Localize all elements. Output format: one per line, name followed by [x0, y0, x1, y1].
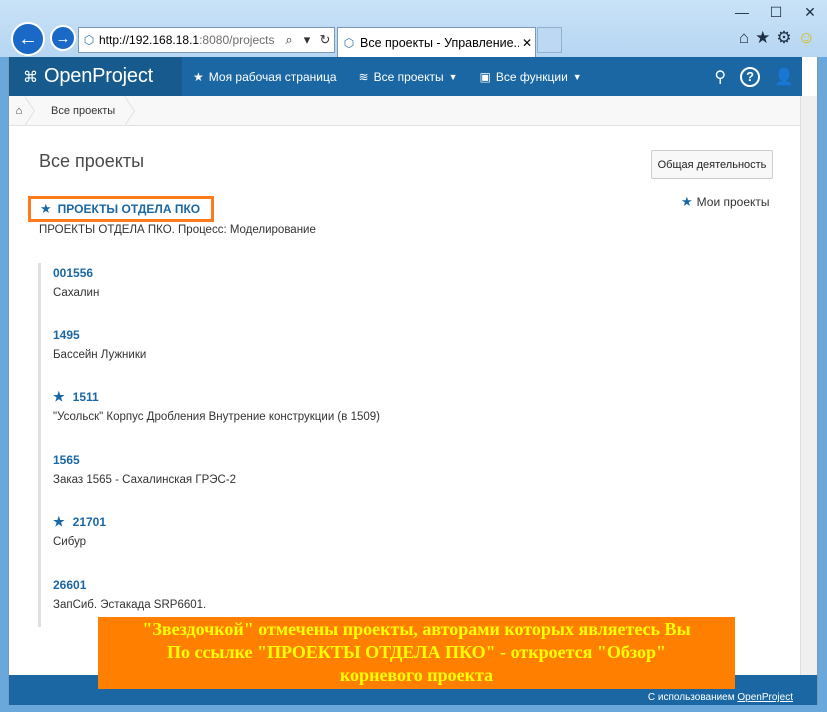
dropdown-icon[interactable]: ▾: [298, 32, 316, 48]
project-description: Сибур: [53, 536, 87, 548]
search-icon[interactable]: ⌕: [280, 32, 298, 48]
project-item: 001556 Сахалин: [53, 265, 99, 299]
project-item: ★ 21701 Сибур: [53, 514, 106, 548]
subproject-tree-line: [38, 263, 41, 627]
refresh-icon[interactable]: ↻: [316, 32, 334, 48]
home-icon[interactable]: ⌂: [739, 28, 749, 48]
star-icon: ★: [53, 514, 65, 529]
address-bar[interactable]: ⬡ http://192.168.18.1:8080/projects ⌕ ▾ …: [78, 27, 335, 53]
breadcrumb-separator: [124, 95, 137, 126]
my-projects-label: Мои проекты: [696, 195, 770, 209]
maximize-button[interactable]: ☐: [759, 0, 793, 24]
root-project-name: ПРОЕКТЫ ОТДЕЛА ПКО: [57, 202, 201, 216]
openproject-logo-icon: ⌘: [23, 68, 38, 86]
page-title: Все проекты: [39, 151, 145, 171]
annotation-line: "Звездочкой" отмечены проекты, авторами …: [142, 619, 691, 639]
arrow-left-icon: ←: [18, 27, 38, 50]
url-path: :8080/projects: [199, 33, 275, 47]
site-icon: ⬡: [343, 35, 355, 50]
star-icon: ★: [40, 201, 52, 216]
caret-down-icon: ▼: [448, 71, 458, 82]
url-text: http://192.168.18.1:8080/projects: [99, 33, 280, 47]
menu-label: Моя рабочая страница: [208, 69, 337, 84]
search-icon[interactable]: ⚲: [714, 67, 726, 87]
stack-icon: ≋: [358, 69, 369, 84]
project-description: Заказ 1565 - Сахалинская ГРЭС-2: [53, 474, 237, 486]
header-actions: ⚲ ? 👤: [714, 57, 794, 96]
browser-toolbar: ⌂ ★ ⚙ ☺: [739, 28, 815, 48]
project-description: Бассейн Лужники: [53, 349, 147, 361]
top-menu: ★ Моя рабочая страница ≋ Все проекты ▼ ▣…: [193, 57, 604, 96]
project-link[interactable]: ★ 1511: [53, 389, 380, 405]
footer-prefix: С использованием: [647, 692, 735, 703]
app-header: ⌘ OpenProject ★ Моя рабочая страница ≋ В…: [9, 57, 802, 96]
browser-chrome: — ☐ ✕ ← → ⬡ http://192.168.18.1:8080/pro…: [0, 0, 827, 57]
project-link[interactable]: 1565: [53, 452, 236, 468]
browser-tab-active[interactable]: ⬡ Все проекты - Управление... ✕: [337, 27, 536, 57]
user-icon[interactable]: 👤: [774, 67, 794, 87]
menu-label: Все функции: [495, 69, 568, 84]
gear-icon[interactable]: ⚙: [776, 28, 791, 48]
project-name: 1511: [72, 390, 99, 404]
project-link[interactable]: 001556: [53, 265, 99, 281]
annotation-callout: "Звездочкой" отмечены проекты, авторами …: [98, 617, 735, 689]
project-name: 1495: [53, 328, 80, 342]
project-description: "Усольск" Корпус Дробления Внутрение кон…: [53, 411, 380, 423]
project-item: 1565 Заказ 1565 - Сахалинская ГРЭС-2: [53, 452, 236, 486]
menu-all-modules[interactable]: ▣ Все функции ▼: [480, 70, 582, 84]
project-description: Сахалин: [53, 287, 100, 299]
help-icon[interactable]: ?: [740, 66, 761, 87]
favorites-star-icon[interactable]: ★: [755, 28, 770, 48]
project-link[interactable]: ★ 21701: [53, 514, 106, 530]
project-item: 26601 ЗапСиб. Эстакада SRP6601.: [53, 577, 206, 611]
logo-text: OpenProject: [44, 65, 153, 87]
footer-openproject-link[interactable]: OpenProject: [737, 692, 793, 703]
project-description: ЗапСиб. Эстакада SRP6601.: [53, 599, 207, 611]
star-icon: ★: [681, 194, 693, 209]
breadcrumb-separator: [24, 95, 41, 126]
new-tab-button[interactable]: [537, 27, 562, 53]
minimize-button[interactable]: —: [725, 0, 759, 24]
project-name: 21701: [72, 515, 107, 529]
project-name: 26601: [53, 578, 87, 592]
my-projects-filter[interactable]: ★ Мои проекты: [681, 194, 770, 210]
project-name: 001556: [53, 266, 94, 280]
box-icon: ▣: [479, 69, 491, 84]
back-button[interactable]: ←: [11, 22, 45, 56]
project-item: 1495 Бассейн Лужники: [53, 327, 146, 361]
breadcrumb-item: Все проекты: [51, 104, 116, 117]
project-name: 1565: [53, 453, 80, 467]
project-link[interactable]: 26601: [53, 577, 206, 593]
root-project-description: ПРОЕКТЫ ОТДЕЛА ПКО. Процесс: Моделирован…: [39, 224, 316, 236]
smiley-icon[interactable]: ☺: [798, 28, 815, 48]
site-icon: ⬡: [83, 33, 95, 47]
close-tab-icon[interactable]: ✕: [519, 36, 535, 50]
forward-button[interactable]: →: [50, 25, 76, 51]
tab-title: Все проекты - Управление...: [360, 35, 519, 50]
logo[interactable]: ⌘ OpenProject: [9, 57, 182, 96]
close-button[interactable]: ✕: [793, 0, 827, 24]
url-host: http://192.168.18.1: [99, 33, 200, 47]
caret-down-icon: ▼: [572, 71, 582, 82]
project-link[interactable]: 1495: [53, 327, 146, 343]
annotation-line: корневого проекта: [339, 665, 494, 685]
annotation-line: По ссылке "ПРОЕКТЫ ОТДЕЛА ПКО" - откроет…: [166, 642, 667, 662]
footer-text: С использованием OpenProject: [648, 692, 793, 703]
project-item: ★ 1511 "Усольск" Корпус Дробления Внутрен…: [53, 389, 380, 423]
overall-activity-button[interactable]: Общая деятельность: [651, 150, 773, 179]
vertical-scrollbar[interactable]: [800, 96, 817, 682]
page-viewport: ⌘ OpenProject ★ Моя рабочая страница ≋ В…: [8, 57, 818, 705]
star-icon: ★: [193, 69, 204, 84]
window-controls: — ☐ ✕: [725, 0, 827, 24]
menu-my-page[interactable]: ★ Моя рабочая страница: [193, 70, 337, 84]
arrow-right-icon: →: [55, 29, 71, 47]
star-icon: ★: [53, 389, 65, 404]
menu-all-projects[interactable]: ≋ Все проекты ▼: [359, 70, 458, 84]
root-project-link[interactable]: ★ ПРОЕКТЫ ОТДЕЛА ПКО: [28, 196, 214, 222]
menu-label: Все проекты: [373, 69, 444, 84]
breadcrumb: ⌂ Все проекты: [9, 95, 802, 126]
